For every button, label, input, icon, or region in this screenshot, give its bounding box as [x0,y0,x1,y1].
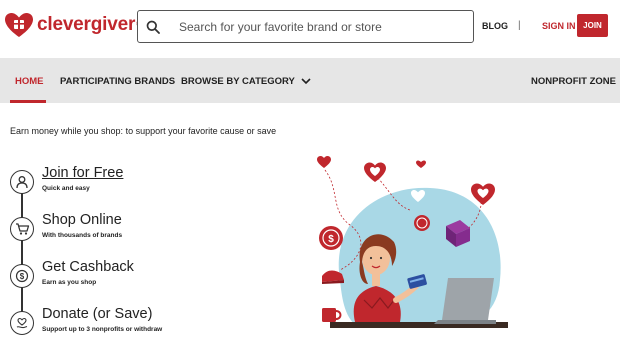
user-icon [10,170,34,194]
main-nav: HOME PARTICIPATING BRANDS BROWSE BY CATE… [0,58,620,103]
join-button[interactable]: JOIN [577,14,608,37]
step-shop: Shop Online With thousands of brands [10,212,310,257]
nav-item-browse-by-category[interactable]: BROWSE BY CATEGORY [181,76,311,87]
step-join: Join for Free Quick and easy [10,165,310,210]
logo-text: clevergiver [37,14,136,35]
tagline: Earn money while you shop: to support yo… [10,126,277,136]
step-subtitle: Quick and easy [42,185,90,192]
step-title-cashback: Get Cashback [42,259,134,275]
step-title-shop: Shop Online [42,212,122,228]
step-cashback: $ Get Cashback Earn as you shop [10,259,310,304]
site-header: clevergiver® BLOG | SIGN IN JOIN [0,0,620,58]
nav-item-participating-brands[interactable]: PARTICIPATING BRANDS [60,76,175,87]
step-subtitle: With thousands of brands [42,232,123,239]
step-subtitle: Support up to 3 nonprofits or withdraw [42,326,163,333]
step-title-join[interactable]: Join for Free [42,165,123,181]
step-title-donate: Donate (or Save) [42,306,153,322]
svg-text:$: $ [20,272,25,281]
step-donate: Donate (or Save) Support up to 3 nonprof… [10,306,310,343]
search-bar[interactable] [137,10,474,43]
search-input[interactable] [179,11,464,42]
logo[interactable]: clevergiver® [4,12,141,38]
blog-link[interactable]: BLOG [482,21,508,31]
dollar-coin-icon: $ [10,264,34,288]
nav-item-home[interactable]: HOME [15,76,44,87]
chevron-down-icon [301,78,311,85]
nav-item-nonprofit-zone[interactable]: NONPROFIT ZONE [531,76,616,87]
heart-gift-icon [5,13,33,37]
sign-in-link[interactable]: SIGN IN [542,21,576,31]
heart-hand-icon [10,311,34,335]
shopping-woman-illustration: $ [317,156,508,328]
step-subtitle: Earn as you shop [42,279,97,286]
header-divider: | [518,20,521,31]
nav-item-browse-label: BROWSE BY CATEGORY [181,76,295,87]
cart-icon [10,217,34,241]
svg-text:$: $ [328,234,334,245]
nav-active-indicator [10,100,46,103]
search-icon[interactable] [146,20,160,34]
